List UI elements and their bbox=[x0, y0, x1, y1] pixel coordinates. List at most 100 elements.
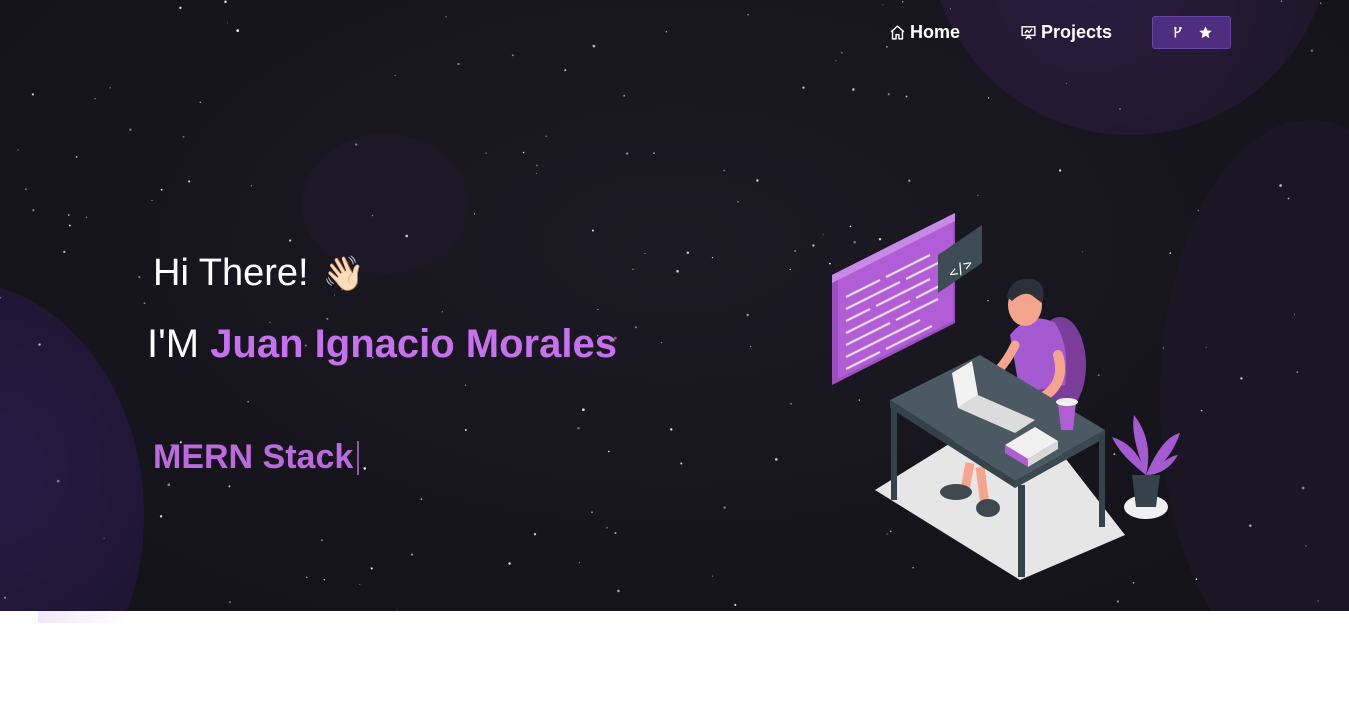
star bbox=[138, 275, 141, 279]
star bbox=[56, 479, 60, 483]
star bbox=[1200, 409, 1203, 412]
name-heading: I'M Juan Ignacio Morales bbox=[147, 322, 617, 367]
star bbox=[1317, 600, 1319, 602]
star bbox=[1305, 545, 1307, 547]
nav-projects-link[interactable]: Projects bbox=[1020, 16, 1112, 49]
star bbox=[905, 95, 908, 98]
star bbox=[159, 515, 163, 518]
star bbox=[661, 342, 663, 344]
star bbox=[1249, 524, 1252, 527]
star bbox=[1195, 578, 1198, 581]
content-section-top bbox=[0, 611, 1349, 728]
star bbox=[614, 531, 617, 535]
star bbox=[31, 93, 35, 96]
nav-projects-label: Projects bbox=[1041, 22, 1113, 42]
star bbox=[511, 54, 514, 57]
star bbox=[545, 135, 548, 138]
star bbox=[987, 97, 990, 99]
greeting-text: Hi There! bbox=[153, 252, 309, 294]
star bbox=[103, 537, 105, 539]
star bbox=[485, 152, 487, 154]
star bbox=[247, 401, 249, 403]
name-prefix: I'M bbox=[147, 322, 211, 366]
star bbox=[473, 213, 475, 215]
star bbox=[794, 250, 796, 252]
star bbox=[0, 296, 2, 299]
star bbox=[840, 51, 843, 54]
star bbox=[441, 311, 443, 313]
star bbox=[746, 313, 749, 317]
star bbox=[1320, 2, 1322, 4]
star bbox=[533, 533, 537, 536]
star bbox=[457, 62, 460, 66]
star bbox=[582, 408, 585, 412]
star bbox=[723, 169, 726, 172]
star bbox=[143, 302, 146, 305]
star bbox=[908, 179, 911, 183]
star bbox=[591, 511, 593, 514]
star bbox=[129, 128, 132, 131]
star bbox=[363, 467, 366, 470]
star bbox=[852, 88, 855, 91]
star bbox=[1293, 313, 1295, 315]
star bbox=[577, 427, 580, 430]
star bbox=[790, 402, 793, 405]
star bbox=[1205, 346, 1207, 348]
star bbox=[564, 69, 567, 72]
star bbox=[68, 224, 71, 227]
star bbox=[63, 250, 66, 254]
star bbox=[160, 188, 163, 191]
star-icon bbox=[1198, 26, 1212, 39]
star bbox=[85, 216, 88, 219]
star bbox=[653, 152, 655, 154]
star bbox=[749, 345, 752, 348]
star bbox=[229, 601, 231, 604]
star bbox=[1119, 108, 1121, 110]
star bbox=[617, 589, 620, 593]
star bbox=[882, 4, 884, 6]
star bbox=[535, 172, 537, 174]
star bbox=[756, 179, 759, 182]
star bbox=[224, 0, 227, 4]
star bbox=[355, 143, 358, 146]
star bbox=[1065, 82, 1068, 85]
presentation-icon bbox=[1021, 26, 1036, 40]
star bbox=[464, 429, 467, 431]
star bbox=[32, 209, 35, 212]
star bbox=[680, 462, 683, 465]
star bbox=[623, 94, 626, 97]
star bbox=[167, 483, 171, 487]
github-star-fork-button[interactable] bbox=[1152, 16, 1231, 49]
star bbox=[711, 256, 714, 259]
typewriter-cursor bbox=[357, 440, 360, 475]
star bbox=[737, 201, 739, 203]
star bbox=[626, 152, 629, 155]
star bbox=[75, 155, 78, 158]
star bbox=[670, 428, 673, 431]
star bbox=[686, 251, 690, 254]
star bbox=[320, 539, 323, 542]
star bbox=[676, 270, 679, 273]
star bbox=[24, 188, 28, 191]
star bbox=[508, 562, 511, 565]
star bbox=[394, 74, 396, 77]
star bbox=[370, 567, 373, 570]
star bbox=[902, 1, 904, 3]
star bbox=[802, 86, 805, 89]
star bbox=[723, 506, 726, 509]
star bbox=[323, 578, 326, 581]
waving-hand-emoji: 👋🏻 bbox=[322, 254, 365, 293]
star bbox=[464, 384, 467, 386]
star bbox=[1279, 184, 1282, 187]
star bbox=[371, 214, 374, 217]
star bbox=[410, 553, 414, 556]
star bbox=[405, 234, 409, 238]
nav-home-link[interactable]: Home bbox=[889, 16, 960, 49]
star bbox=[644, 252, 646, 254]
star bbox=[634, 326, 638, 329]
star bbox=[591, 229, 594, 232]
star bbox=[326, 317, 329, 320]
star bbox=[774, 458, 778, 461]
typewriter-line: MERN Stack bbox=[153, 438, 360, 477]
star bbox=[632, 268, 634, 271]
